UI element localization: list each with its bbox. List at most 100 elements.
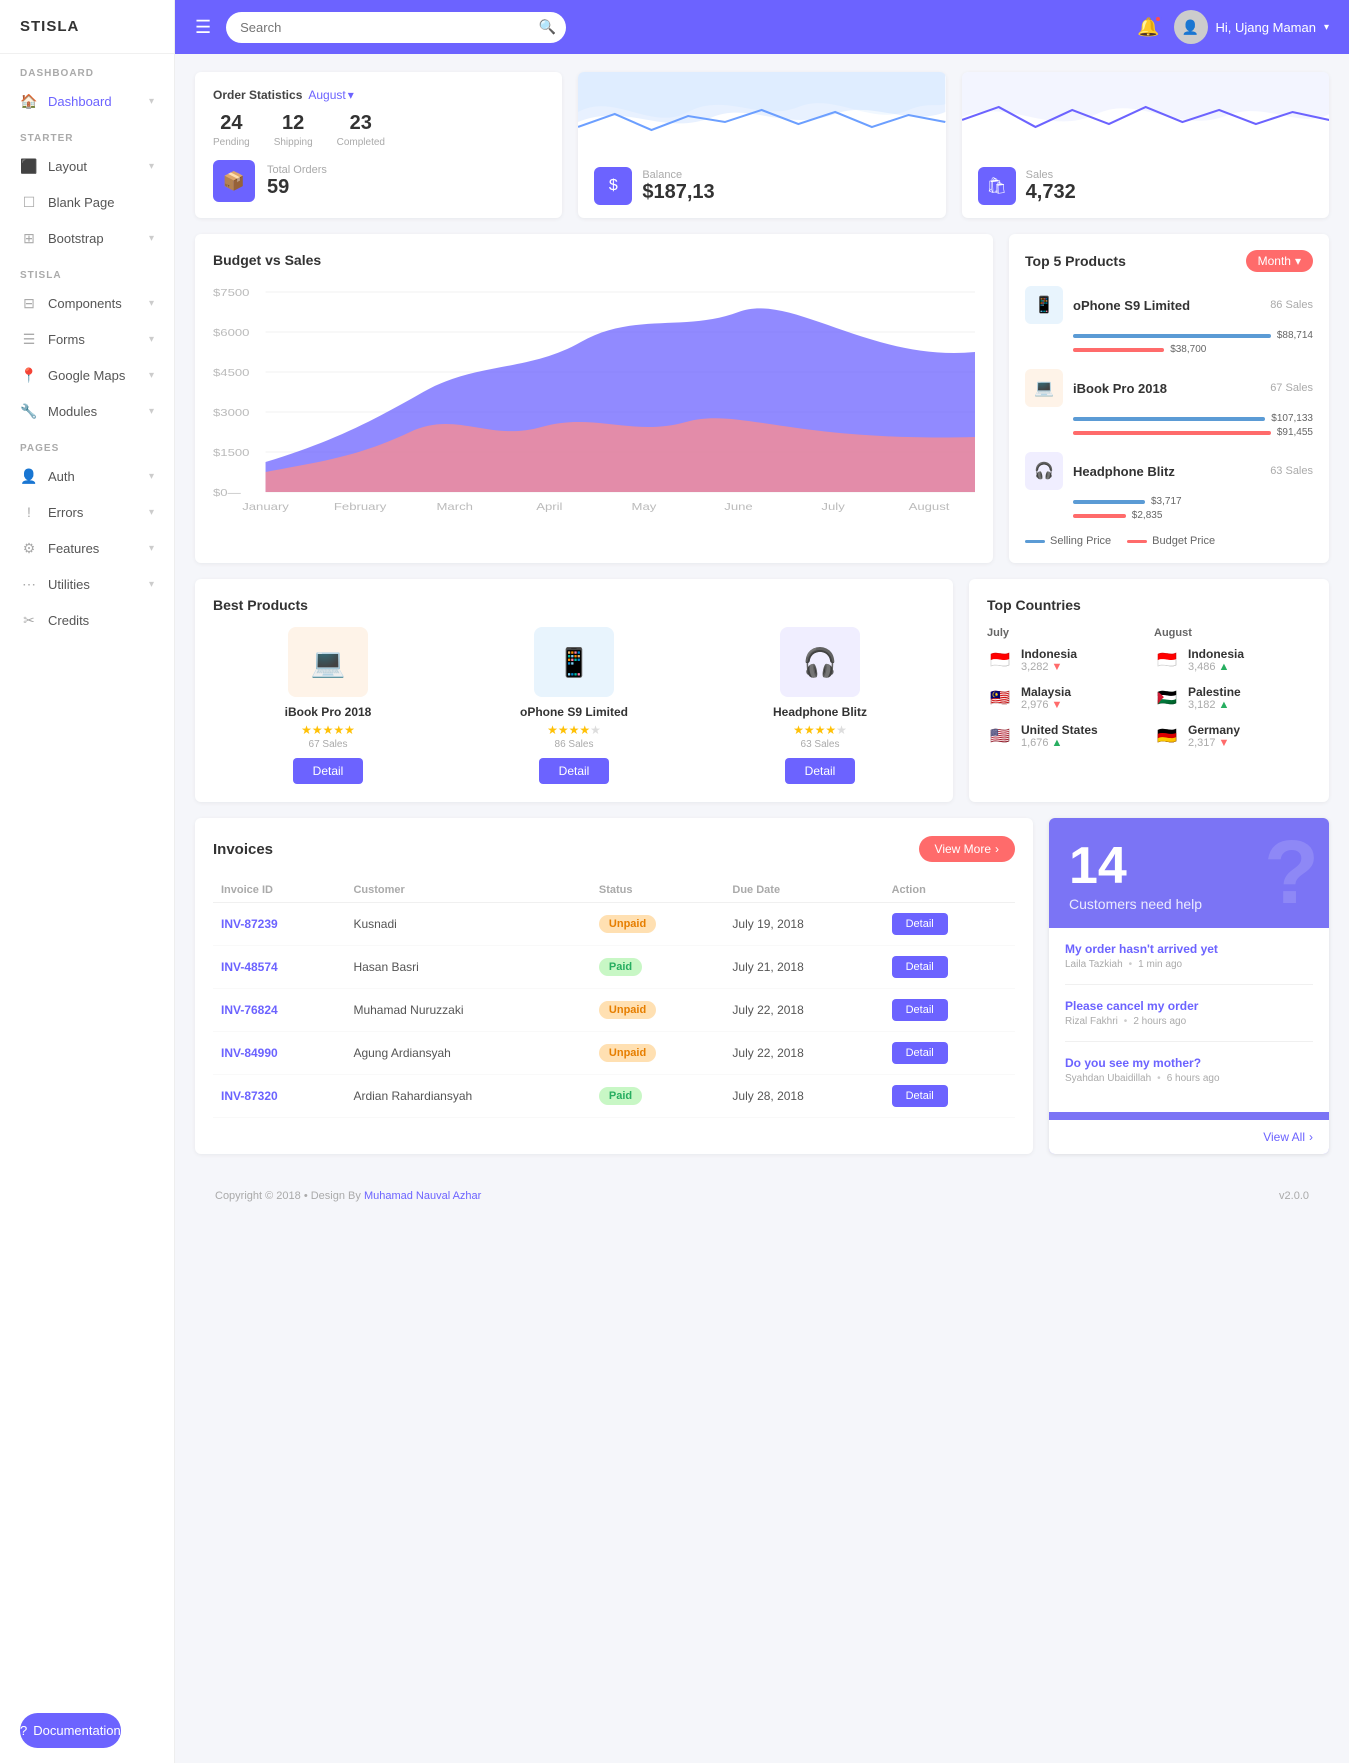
balance-values: Balance $187,13 [642,169,714,204]
tp-budget-bar [1073,348,1164,352]
flag-malaysia: 🇲🇾 [987,689,1013,707]
sidebar-item-forms[interactable]: ☰ Forms ▾ [0,321,174,357]
menu-icon[interactable]: ☰ [195,17,211,38]
bp-stars: ★★★★★ [459,723,689,737]
sidebar-item-label: Features [48,541,149,556]
chevron-down-icon: ▾ [149,96,154,107]
detail-button[interactable]: Detail [892,913,948,935]
bp-detail-button[interactable]: Detail [539,758,610,784]
tp-month-button[interactable]: Month ▾ [1246,250,1313,272]
layout-icon: ⬛ [20,157,38,175]
search-input[interactable] [226,12,566,43]
svg-text:June: June [724,501,752,512]
tp-icon-laptop: 💻 [1025,369,1063,407]
detail-button[interactable]: Detail [892,1042,948,1064]
tp-item-header: 📱 oPhone S9 Limited 86 Sales [1025,286,1313,324]
sidebar-item-googlemaps[interactable]: 📍 Google Maps ▾ [0,357,174,393]
top-products-card: Top 5 Products Month ▾ 📱 oPhone S9 Limit… [1009,234,1329,563]
bp-item-3: 🎧 Headphone Blitz ★★★★★ 63 Sales Detail [705,627,935,784]
invoice-id: INV-84990 [221,1046,278,1060]
bp-sales: 86 Sales [459,739,689,750]
documentation-button[interactable]: ? Documentation [20,1713,121,1748]
bp-sales: 67 Sales [213,739,443,750]
detail-button[interactable]: Detail [892,1085,948,1107]
down-icon: ▼ [1052,661,1063,673]
sidebar-item-label: Dashboard [48,94,149,109]
svg-text:July: July [821,501,845,512]
sidebar-item-label: Blank Page [48,195,154,210]
view-all-link[interactable]: View All › [1065,1130,1313,1144]
sidebar-item-label: Errors [48,505,149,520]
section-label-pages: PAGES [0,429,174,458]
detail-button[interactable]: Detail [892,956,948,978]
flag-indonesia-july: 🇮🇩 [987,651,1013,669]
invoice-id-cell: INV-84990 [213,1032,345,1075]
bp-sales: 63 Sales [705,739,935,750]
table-row: INV-48574 Hasan Basri Paid July 21, 2018… [213,946,1015,989]
tp-name: Headphone Blitz [1073,464,1260,479]
tp-item-1: 📱 oPhone S9 Limited 86 Sales $88,714 [1025,286,1313,355]
footer-author-link[interactable]: Muhamad Nauval Azhar [364,1190,481,1202]
footer: Copyright © 2018 • Design By Muhamad Nau… [195,1170,1329,1222]
sidebar-item-dashboard[interactable]: 🏠 Dashboard ▾ [0,83,174,119]
auth-icon: 👤 [20,467,38,485]
user-menu[interactable]: 👤 Hi, Ujang Maman ▾ [1174,10,1329,44]
budget-chart-card: Budget vs Sales $7500 $6000 [195,234,993,563]
bp-detail-button[interactable]: Detail [293,758,364,784]
budget-chart-svg: $7500 $6000 $4500 $3000 $1500 $0— Januar… [213,282,975,522]
tp-budget-bar [1073,431,1271,435]
help-msg-title-3[interactable]: Do you see my mother? [1065,1056,1313,1070]
tc-country-info: Indonesia 3,486 ▲ [1188,647,1244,673]
sidebar-item-utilities[interactable]: ⋯ Utilities ▾ [0,566,174,602]
sidebar-item-credits[interactable]: ✂ Credits [0,602,174,638]
bp-detail-button[interactable]: Detail [785,758,856,784]
tp-selling-val: $107,133 [1271,413,1313,424]
help-msg-title-2[interactable]: Please cancel my order [1065,999,1313,1013]
sidebar-item-auth[interactable]: 👤 Auth ▾ [0,458,174,494]
detail-button[interactable]: Detail [892,999,948,1021]
action-cell: Detail [884,903,1015,946]
tp-title: Top 5 Products [1025,253,1126,269]
sidebar-section-stisla: STISLA ⊟ Components ▾ ☰ Forms ▾ 📍 Google… [0,256,174,429]
topbar: ☰ 🔍 🔔 👤 Hi, Ujang Maman ▾ [175,0,1349,54]
tp-budget-bar-row: $91,455 [1073,427,1313,438]
view-more-button[interactable]: View More › [919,836,1015,862]
sidebar-item-blank[interactable]: ☐ Blank Page [0,184,174,220]
stat-bottom: 📦 Total Orders 59 [213,160,544,202]
sidebar-item-modules[interactable]: 🔧 Modules ▾ [0,393,174,429]
sidebar-item-errors[interactable]: ! Errors ▾ [0,494,174,530]
tc-country-info: Palestine 3,182 ▲ [1188,685,1241,711]
legend-budget-dot [1127,540,1147,543]
sidebar-item-layout[interactable]: ⬛ Layout ▾ [0,148,174,184]
chevron-down-icon: ▾ [149,471,154,482]
sidebar-section-dashboard: DASHBOARD 🏠 Dashboard ▾ [0,54,174,119]
month-dropdown[interactable]: August ▾ [308,88,353,102]
chevron-right-icon: › [995,842,999,856]
invoice-id-cell: INV-87239 [213,903,345,946]
status-cell: Paid [591,1075,724,1118]
table-row: INV-76824 Muhamad Nuruzzaki Unpaid July … [213,989,1015,1032]
notification-bell[interactable]: 🔔 [1137,17,1159,38]
bp-name: Headphone Blitz [705,705,935,719]
svg-text:$4500: $4500 [213,367,250,378]
sidebar-bottom: ? Documentation [0,1698,174,1763]
sidebar-item-components[interactable]: ⊟ Components ▾ [0,285,174,321]
question-mark-icon: ? [1264,828,1319,918]
bootstrap-icon: ⊞ [20,229,38,247]
sidebar-item-bootstrap[interactable]: ⊞ Bootstrap ▾ [0,220,174,256]
tp-selling-bar-row: $88,714 [1073,330,1313,341]
help-msg-title-1[interactable]: My order hasn't arrived yet [1065,942,1313,956]
sidebar-item-features[interactable]: ⚙ Features ▾ [0,530,174,566]
sales-values: Sales 4,732 [1026,169,1076,204]
tc-item: 🇺🇸 United States 1,676 ▲ [987,723,1144,749]
down-icon: ▼ [1052,699,1063,711]
status-cell: Unpaid [591,903,724,946]
tp-selling-bar [1073,334,1271,338]
invoice-id-cell: INV-76824 [213,989,345,1032]
tc-country-info: Malaysia 2,976 ▼ [1021,685,1071,711]
best-products-card: Best Products 💻 iBook Pro 2018 ★★★★★ 67 … [195,579,953,802]
total-orders: Total Orders 59 [267,164,327,199]
col-invoice-id: Invoice ID [213,878,345,903]
up-icon: ▲ [1219,661,1230,673]
svg-text:April: April [536,501,562,512]
